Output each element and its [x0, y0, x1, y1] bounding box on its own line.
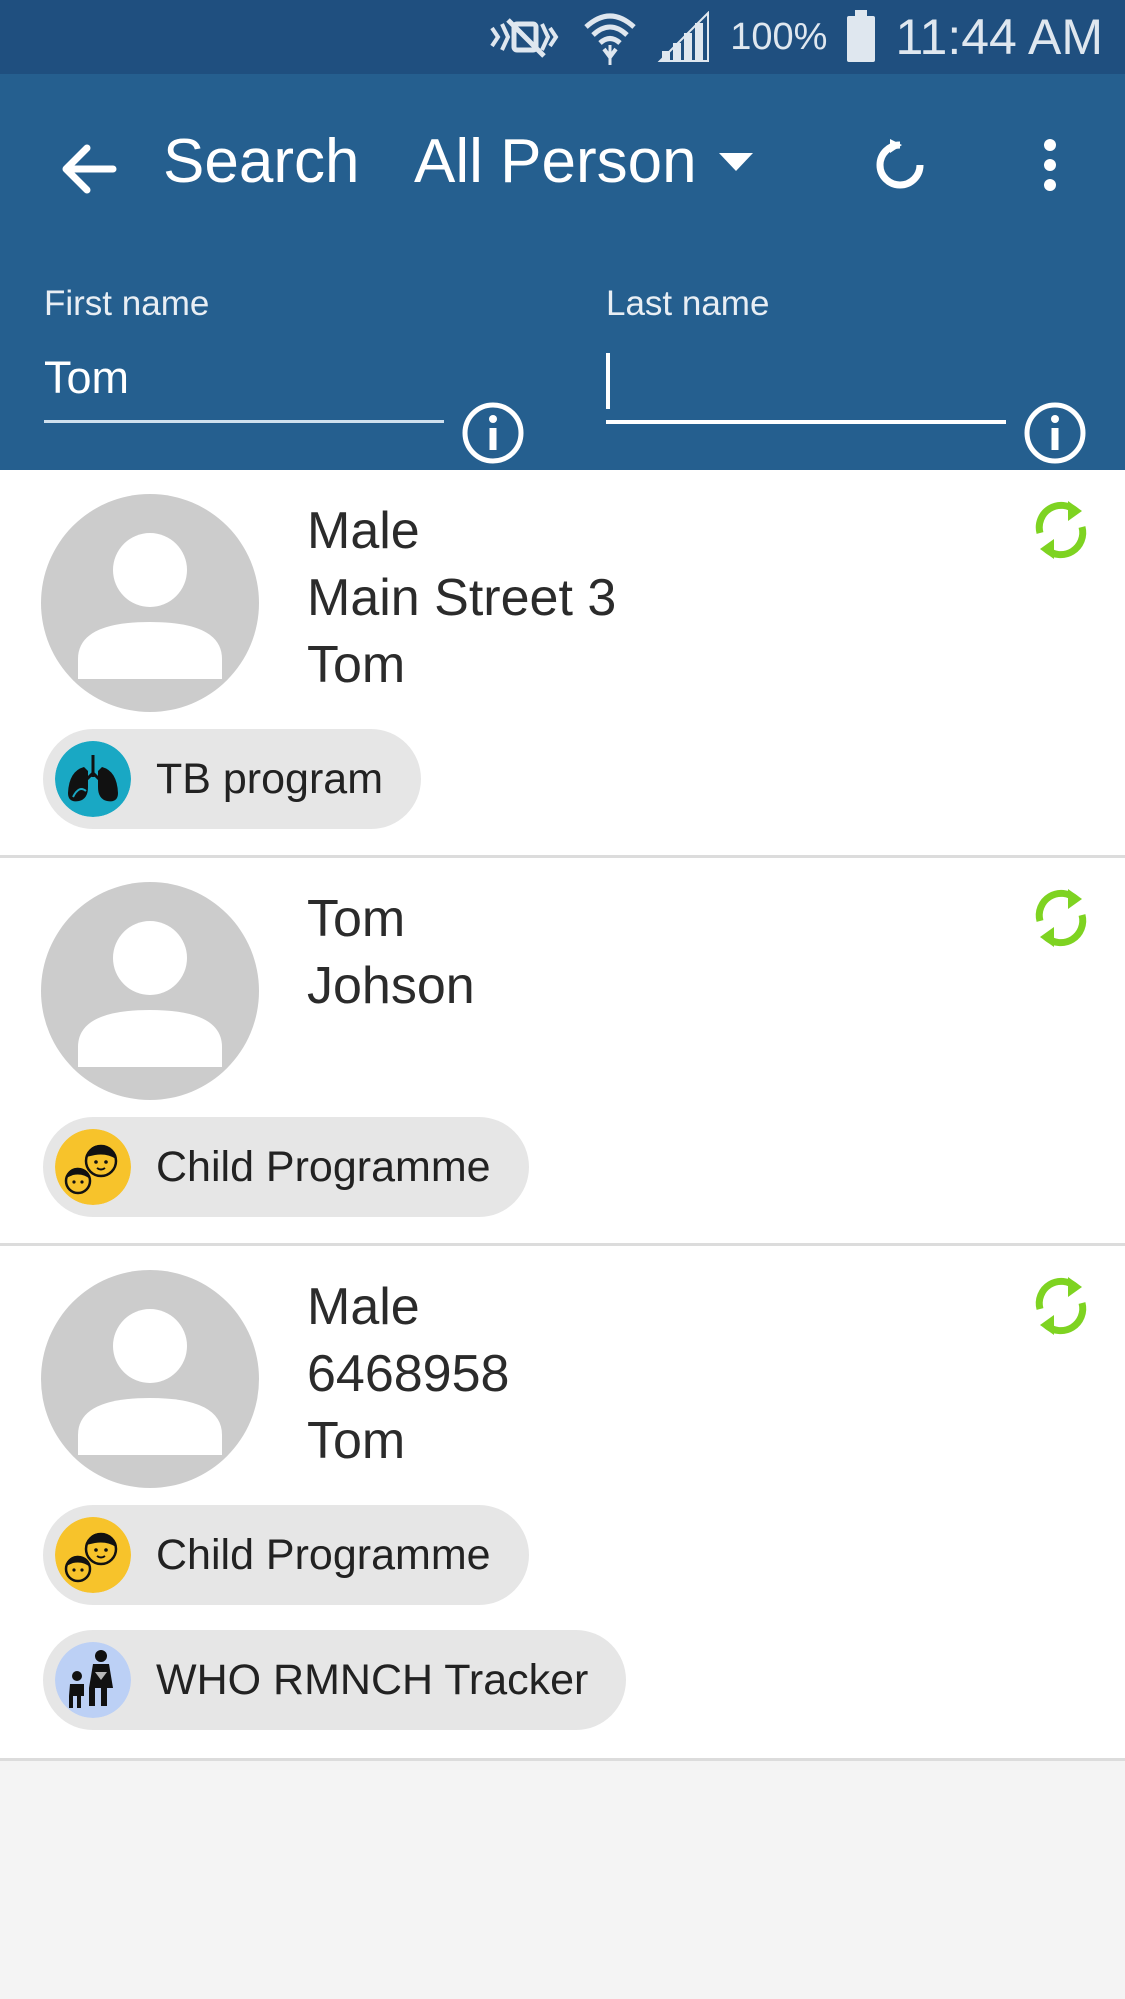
first-name-label: First name: [44, 284, 210, 323]
sync-button[interactable]: [1030, 1271, 1092, 1341]
lungs-icon: [55, 741, 131, 817]
program-selector-label: All Person: [414, 127, 697, 196]
mute-icon: [484, 12, 564, 62]
program-chip-label: Child Programme: [156, 1142, 491, 1191]
text-caret: [606, 353, 610, 410]
more-options-button[interactable]: [1030, 130, 1070, 200]
battery-percent: 100%: [730, 15, 828, 58]
last-name-underline: [606, 420, 1006, 424]
program-chip-label: WHO RMNCH Tracker: [156, 1655, 589, 1704]
last-name-info-button[interactable]: [1022, 400, 1088, 466]
toolbar: Search All Person First name Tom Last na…: [0, 74, 1125, 470]
wifi-icon: [582, 9, 638, 65]
result-attributes: Tom Johson: [307, 886, 475, 1020]
first-name-underline: [44, 420, 444, 423]
attribute-line: Tom: [307, 890, 406, 948]
battery-icon: [845, 10, 877, 64]
info-icon: [1024, 402, 1086, 464]
program-chip-label: TB program: [156, 754, 384, 803]
last-name-label: Last name: [606, 284, 770, 323]
avatar: [41, 1270, 259, 1488]
avatar: [41, 882, 259, 1100]
arrow-back-icon: [62, 144, 117, 194]
family-icon: [55, 1642, 131, 1718]
sync-icon: [1035, 1277, 1087, 1335]
program-selector[interactable]: All Person: [414, 126, 753, 197]
info-icon: [462, 402, 524, 464]
person-icon: [78, 533, 222, 679]
program-chip[interactable]: Child Programme: [43, 1505, 529, 1605]
more-vertical-icon: [1044, 139, 1056, 191]
last-name-input[interactable]: [606, 352, 1006, 410]
attribute-line: 6468958: [307, 1345, 510, 1403]
refresh-icon: [876, 139, 924, 189]
attribute-line: Tom: [307, 1412, 406, 1470]
first-name-input[interactable]: Tom: [44, 352, 444, 410]
result-attributes: Male Main Street 3 Tom: [307, 498, 616, 699]
result-attributes: Male 6468958 Tom: [307, 1274, 509, 1475]
avatar: [41, 494, 259, 712]
person-icon: [78, 1309, 222, 1455]
page-title: Search: [163, 127, 360, 196]
result-card[interactable]: Tom Johson Child Programme: [0, 858, 1125, 1246]
sync-button[interactable]: [1030, 495, 1092, 565]
attribute-line: Johson: [307, 957, 475, 1015]
attribute-line: Male: [307, 502, 420, 560]
attribute-line: Main Street 3: [307, 569, 617, 627]
program-chip[interactable]: WHO RMNCH Tracker: [43, 1630, 627, 1730]
first-name-info-button[interactable]: [460, 400, 526, 466]
status-bar: 100% 11:44 AM: [0, 0, 1125, 74]
program-chip[interactable]: TB program: [43, 729, 422, 829]
result-card[interactable]: Male 6468958 Tom Child Programme WHO RMN…: [0, 1246, 1125, 1761]
children-icon: [55, 1129, 131, 1205]
dropdown-arrow-icon: [718, 152, 753, 171]
program-chip[interactable]: Child Programme: [43, 1117, 529, 1217]
last-name-field[interactable]: Last name: [606, 284, 1006, 424]
attribute-line: Tom: [307, 636, 406, 694]
result-card[interactable]: Male Main Street 3 Tom TB program: [0, 470, 1125, 858]
children-icon: [55, 1517, 131, 1593]
attribute-line: Male: [307, 1278, 420, 1336]
program-chip-label: Child Programme: [156, 1530, 491, 1579]
status-time: 11:44 AM: [895, 9, 1103, 65]
person-icon: [78, 921, 222, 1067]
signal-icon: [656, 11, 712, 63]
sync-icon: [1035, 501, 1087, 559]
back-button[interactable]: [54, 134, 124, 204]
search-results-list: Male Main Street 3 Tom TB program Tom Jo…: [0, 470, 1125, 1761]
first-name-field[interactable]: First name Tom: [44, 284, 444, 423]
refresh-button[interactable]: [870, 130, 930, 200]
sync-button[interactable]: [1030, 883, 1092, 953]
sync-icon: [1035, 889, 1087, 947]
